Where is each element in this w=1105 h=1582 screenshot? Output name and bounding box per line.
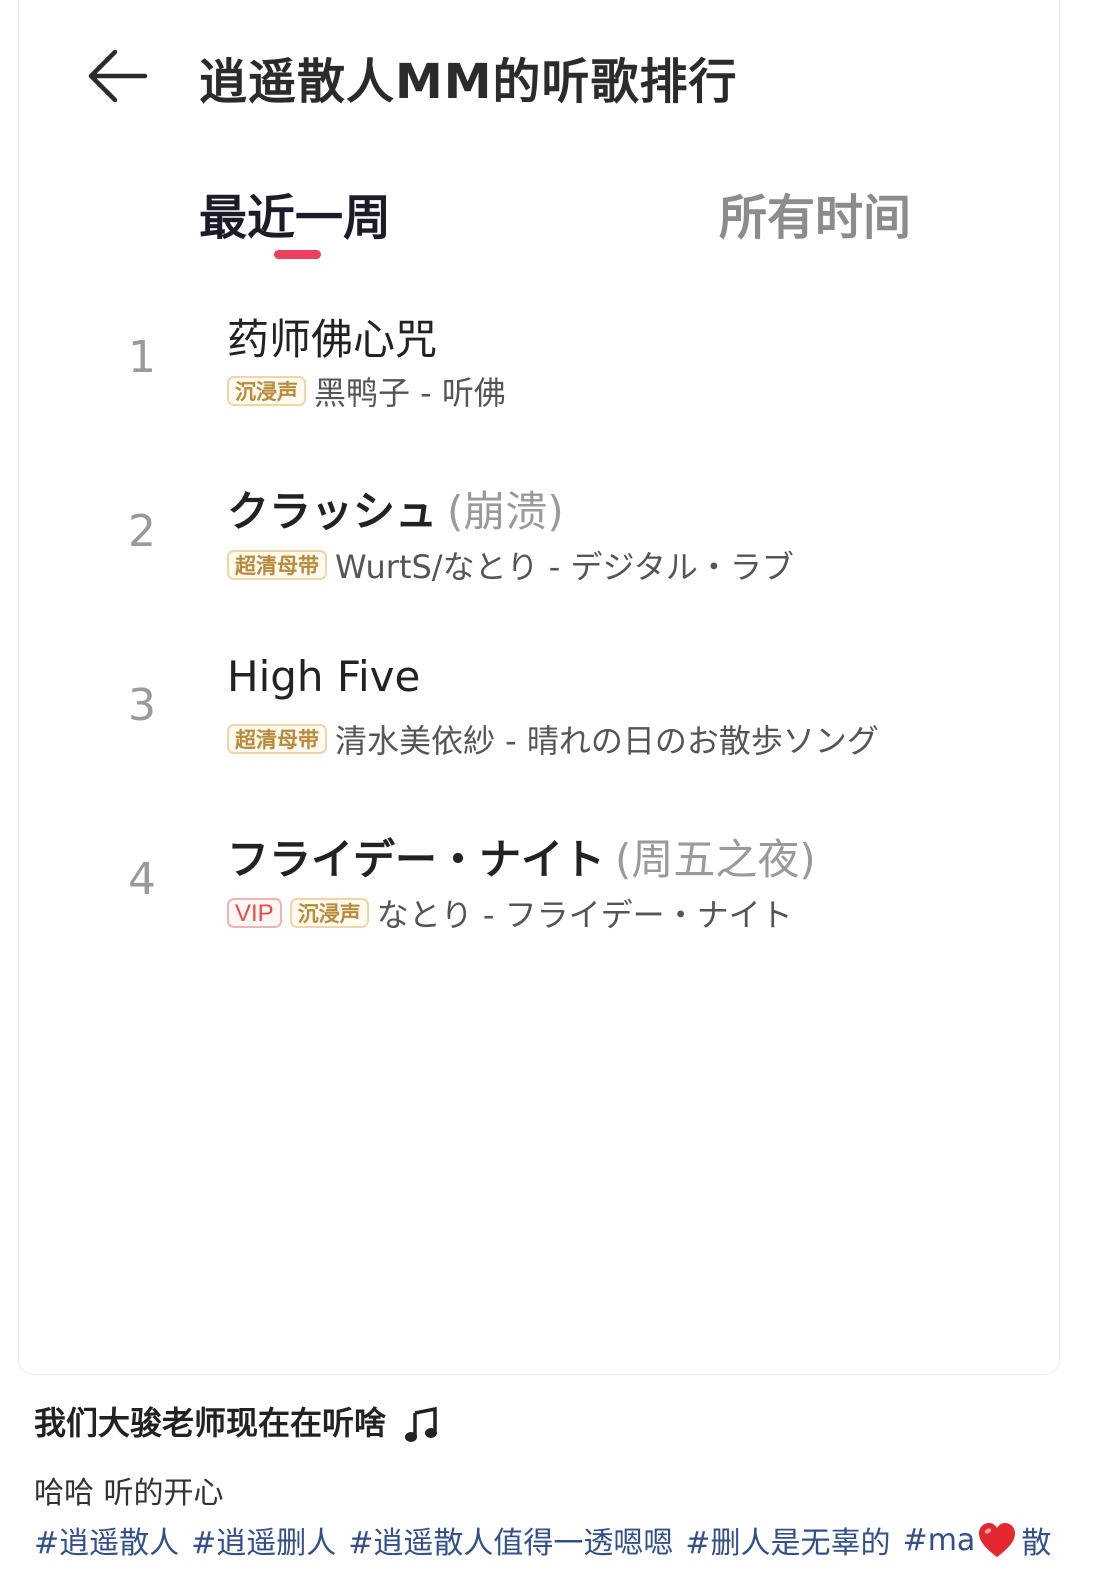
song-title-translation: (周五之夜)	[615, 835, 816, 884]
hashtag[interactable]: #ma	[903, 1523, 976, 1558]
hashtag[interactable]: #删人是无辜的	[685, 1518, 890, 1562]
song-meta: 超清母带 清水美依紗 - 晴れの日のお散歩ソング	[227, 716, 879, 762]
hashtag-list: #逍遥散人 #逍遥删人 #逍遥散人值得一透嗯嗯 #删人是无辜的 #ma 散	[34, 1518, 1051, 1562]
song-rank: 2	[128, 506, 156, 557]
song-title-text: 药师佛心咒	[227, 315, 438, 364]
song-meta: 超清母带 WurtS/なとり - デジタル・ラブ	[227, 542, 794, 588]
active-tab-indicator	[274, 250, 321, 259]
arrow-left-icon	[88, 49, 148, 103]
immersive-sound-badge: 沉浸声	[289, 898, 369, 928]
song-meta: 沉浸声 黑鸭子 - 听佛	[227, 368, 506, 414]
song-title-text: クラッシュ	[227, 487, 438, 536]
song-title: クラッシュ (崩溃)	[227, 478, 564, 539]
immersive-sound-badge: 沉浸声	[227, 376, 306, 406]
back-button[interactable]	[85, 48, 149, 104]
song-artist-album: 清水美依紗 - 晴れの日のお散歩ソング	[335, 722, 879, 760]
song-row-4[interactable]: 4 フライデー・ナイト (周五之夜) VIP 沉浸声 なとり - フライデー・ナイ…	[19, 820, 1019, 950]
page-title: 逍遥散人MM的听歌排行	[199, 54, 738, 110]
master-quality-badge: 超清母带	[227, 550, 327, 580]
song-title-text: High Five	[227, 652, 421, 701]
song-row-3[interactable]: 3 High Five 超清母带 清水美依紗 - 晴れの日のお散歩ソング	[19, 646, 1019, 776]
song-title-translation: (崩溃)	[447, 487, 564, 536]
post-comment: 哈哈 听的开心	[34, 1476, 224, 1511]
song-rank: 1	[128, 332, 156, 383]
master-quality-badge: 超清母带	[227, 724, 327, 754]
tab-all-time[interactable]: 所有时间	[719, 178, 911, 248]
song-title: 药师佛心咒	[227, 306, 437, 367]
song-title: High Five	[227, 652, 420, 701]
post-caption-text: 我们大骏老师现在在听啥	[34, 1404, 387, 1442]
song-row-2[interactable]: 2 クラッシュ (崩溃) 超清母带 WurtS/なとり - デジタル・ラブ	[19, 472, 1019, 602]
song-rank: 3	[128, 680, 156, 731]
post-caption: 我们大骏老师现在在听啥	[34, 1398, 439, 1444]
song-artist-album: WurtS/なとり - デジタル・ラブ	[335, 548, 794, 586]
vip-badge: VIP	[227, 898, 282, 928]
song-artist-album: なとり - フライデー・ナイト	[376, 896, 793, 934]
song-title: フライデー・ナイト (周五之夜)	[227, 826, 816, 887]
hashtag[interactable]: #逍遥散人值得一透嗯嗯	[348, 1518, 673, 1562]
ranking-card: 逍遥散人MM的听歌排行 最近一周 所有时间 1 药师佛心咒 沉浸声 黑鸭子 - …	[18, 0, 1060, 1375]
song-title-text: フライデー・ナイト	[227, 835, 606, 884]
hashtag[interactable]: #逍遥散人	[34, 1518, 179, 1562]
song-artist-album: 黑鸭子 - 听佛	[314, 374, 506, 412]
hashtag[interactable]: #逍遥删人	[191, 1518, 336, 1562]
heart-icon	[979, 1523, 1016, 1557]
song-rank: 4	[128, 854, 156, 905]
music-note-icon	[405, 1407, 438, 1442]
hashtag-continuation: 散	[1021, 1526, 1052, 1561]
tab-recent-week[interactable]: 最近一周	[199, 178, 391, 248]
song-row-1[interactable]: 1 药师佛心咒 沉浸声 黑鸭子 - 听佛	[19, 298, 1019, 428]
song-meta: VIP 沉浸声 なとり - フライデー・ナイト	[227, 890, 793, 936]
